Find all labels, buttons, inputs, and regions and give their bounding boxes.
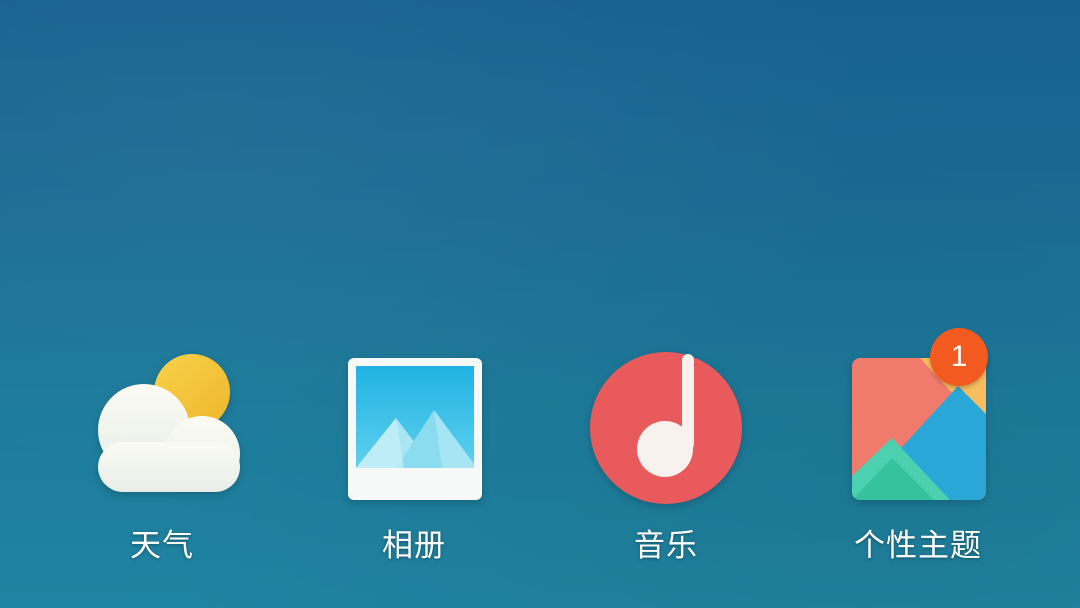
app-weather[interactable]: 天气: [62, 340, 262, 570]
app-label: 个性主题: [854, 528, 982, 564]
app-gallery[interactable]: 相册: [314, 340, 514, 570]
notification-badge: 1: [930, 328, 988, 386]
app-music[interactable]: 音乐: [566, 340, 766, 570]
themes-icon: 1: [838, 328, 998, 506]
music-icon: [586, 346, 746, 506]
gallery-icon: [334, 346, 494, 506]
weather-icon: [82, 346, 242, 506]
app-label: 天气: [130, 528, 194, 564]
app-label: 相册: [382, 528, 446, 564]
app-label: 音乐: [634, 528, 698, 564]
app-row: 天气 相册 音乐 1 个性主题: [0, 328, 1080, 580]
app-themes[interactable]: 1 个性主题: [818, 328, 1018, 570]
